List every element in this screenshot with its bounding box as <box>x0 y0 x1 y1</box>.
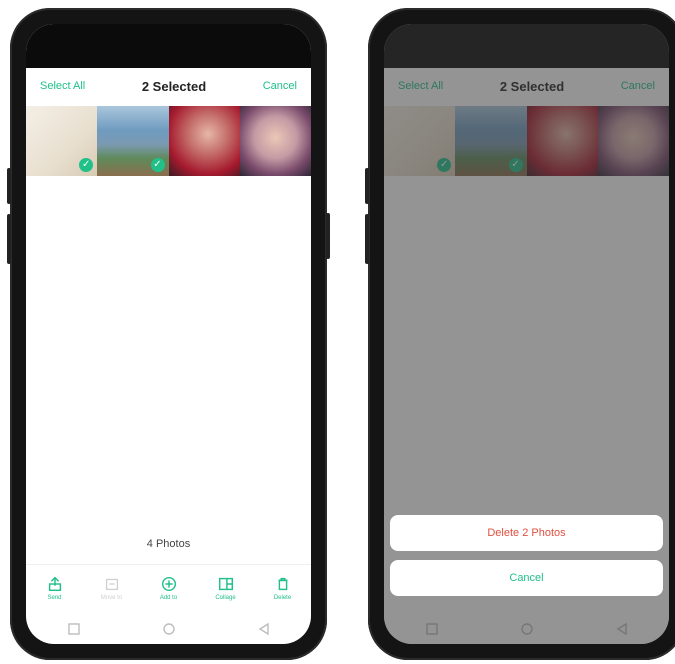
action-toolbar: Send Move to Add to Collage Delete <box>26 564 311 611</box>
photo-thumbnail[interactable] <box>239 106 311 176</box>
selection-title: 2 Selected <box>141 78 207 94</box>
volume-button <box>7 168 11 204</box>
gallery-screen: Select All 2 Selected Cancel ✓ ✓ 4 Photo… <box>26 24 311 644</box>
recent-apps-icon[interactable] <box>67 622 81 636</box>
send-label: Send <box>47 595 62 601</box>
modal-overlay[interactable] <box>384 24 669 644</box>
home-icon[interactable] <box>162 622 176 636</box>
move-to-button[interactable]: Move to <box>92 575 132 601</box>
collage-icon <box>218 577 233 591</box>
trash-icon <box>278 577 287 591</box>
checkmark-icon: ✓ <box>79 158 94 172</box>
volume-button <box>7 214 11 264</box>
phone-left: Select All 2 Selected Cancel ✓ ✓ 4 Photo… <box>7 8 330 660</box>
dialog-cancel-button[interactable]: Cancel <box>390 560 663 596</box>
collage-button[interactable]: Collage <box>206 575 246 601</box>
volume-button <box>365 168 369 204</box>
select-all-button[interactable]: Select All <box>40 80 85 92</box>
volume-button <box>365 214 369 264</box>
delete-label: Delete <box>273 595 292 601</box>
checkmark-icon: ✓ <box>150 158 165 172</box>
phone-right: Select All 2 Selected Cancel ✓ ✓ <box>365 8 675 660</box>
share-icon <box>48 576 61 592</box>
add-to-label: Add to <box>159 595 178 601</box>
photo-grid: ✓ ✓ <box>26 106 311 176</box>
folder-icon <box>105 578 118 591</box>
photo-thumbnail[interactable] <box>168 106 240 176</box>
add-circle-icon <box>161 576 176 592</box>
system-navigation-bar <box>26 614 311 644</box>
power-button <box>326 213 330 259</box>
confirm-delete-button[interactable]: Delete 2 Photos <box>390 515 663 551</box>
cancel-selection-button[interactable]: Cancel <box>263 80 297 92</box>
back-icon[interactable] <box>257 622 271 636</box>
collage-label: Collage <box>215 595 236 601</box>
move-to-label: Move to <box>100 595 123 601</box>
photo-thumbnail[interactable]: ✓ <box>26 106 98 176</box>
status-bar <box>26 24 311 68</box>
photo-count: 4 Photos <box>146 538 191 550</box>
delete-button[interactable]: Delete <box>263 575 303 601</box>
add-to-button[interactable]: Add to <box>149 575 189 601</box>
send-button[interactable]: Send <box>35 575 75 601</box>
selection-header: Select All 2 Selected Cancel <box>26 68 311 104</box>
gallery-screen-with-dialog: Select All 2 Selected Cancel ✓ ✓ <box>384 24 669 644</box>
photo-thumbnail[interactable]: ✓ <box>97 106 169 176</box>
